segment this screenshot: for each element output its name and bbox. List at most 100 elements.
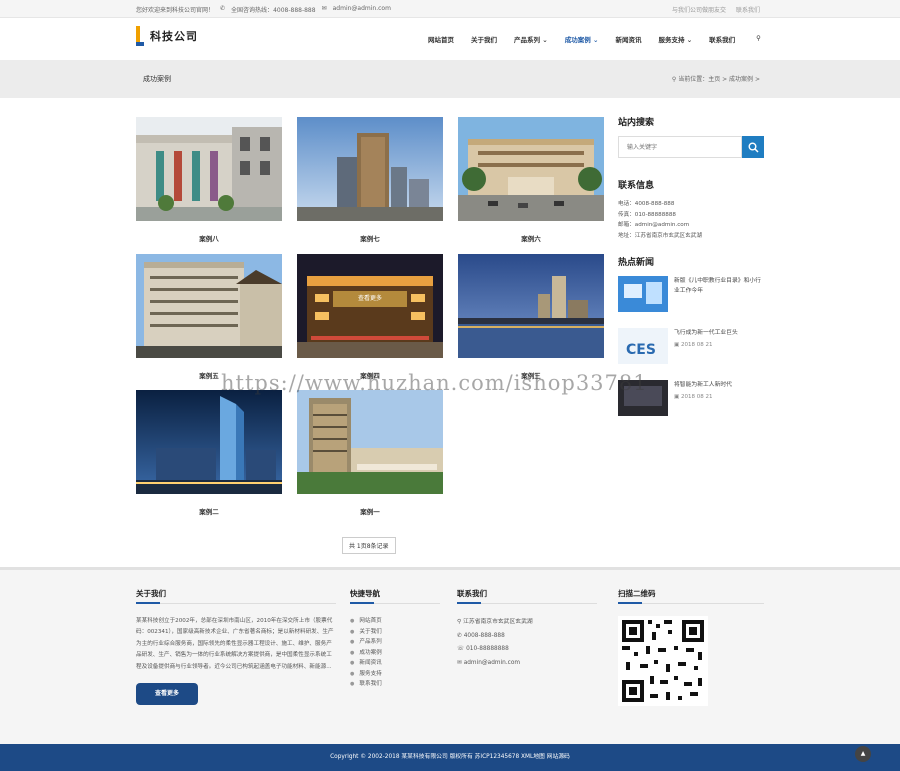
phone-icon: ✆ [457,632,462,639]
fax-icon: ☏ [457,646,465,652]
case-card[interactable]: 案例五 [136,254,282,380]
case-image[interactable] [458,254,604,358]
quick-link[interactable]: 关于我们 [350,627,440,638]
hotline-number: 4008-888-888 [273,7,316,14]
nav-home[interactable]: 网站首页 [428,34,454,44]
contact-title: 联系信息 [618,181,655,191]
case-title[interactable]: 案例八 [136,233,282,243]
news-date: ▣ 2018 08 21 [674,394,713,401]
footer-about-title: 关于我们 [136,588,336,604]
footer-phone: 4008-888-888 [463,632,505,639]
quick-link[interactable]: 产品系列 [350,637,440,648]
case-image[interactable] [136,254,282,358]
topbar-link-2[interactable]: 联系我们 [736,5,760,14]
contact-info: 电话：4008-888-888 传真：010-88888888 邮箱：admin… [618,199,764,241]
search-input[interactable] [618,136,742,158]
case-image[interactable] [136,117,282,221]
case-card[interactable]: 案例一 [297,390,443,516]
search-title: 站内搜索 [618,118,655,128]
case-image[interactable]: 查看更多 [297,254,443,358]
nav-about[interactable]: 关于我们 [471,34,497,44]
view-more-button[interactable]: 查看更多 [136,683,198,706]
contact-email: 邮箱：admin@admin.com [618,222,690,229]
footer-about: 关于我们 某某科技创立于2002年，总部在深圳市南山区，2010年在深交所上市（… [136,588,336,706]
news-thumbnail[interactable] [618,276,668,313]
breadcrumb: ⚲ 当前位置：主页 > 成功案例 > [671,76,760,83]
main-nav: 网站首页 关于我们 产品系列 ⌄ 成功案例 ⌄ 新闻资讯 服务支持 ⌄ 联系我们… [428,34,778,44]
arrow-up-icon: ▲ [860,750,866,757]
topbar-link-1[interactable]: 与我们公司做朋友交 [672,5,726,14]
nav-products[interactable]: 产品系列 ⌄ [514,34,548,44]
copyright-bar: Copyright © 2002-2018 某某科技有限公司 版权所有 苏ICP… [0,744,900,771]
case-image[interactable] [458,117,604,221]
svg-text:CES: CES [626,342,656,358]
logo-text: 科技公司 [150,30,198,43]
case-title[interactable]: 案例六 [458,233,604,243]
case-card[interactable]: 案例七 [297,117,443,243]
footer-fax: 010-88888888 [466,646,509,652]
footer-qr: 扫描二维码 [618,588,764,708]
search-icon [748,142,759,153]
footer-quick-title: 快捷导航 [350,588,440,604]
case-card[interactable]: 案例八 [136,117,282,243]
footer-contact-title: 联系我们 [457,588,597,604]
hotline-label: 全国咨询热线： [231,7,274,14]
footer-address: 江苏省南京市玄武区玄武湖 [463,619,533,625]
case-title[interactable]: 案例一 [297,506,443,516]
logo-mark [136,26,148,46]
case-image[interactable] [297,390,443,494]
news-title: 热点新闻 [618,258,655,269]
footer-qr-title: 扫描二维码 [618,588,764,604]
footer-contact: 联系我们 ⚲ 江苏省南京市玄武区玄武湖 ✆ 4008-888-888 ☏ 010… [457,588,597,670]
footer-about-text: 某某科技创立于2002年，总部在深圳市南山区，2010年在深交所上市（股票代码：… [136,618,334,670]
calendar-icon: ▣ [674,342,680,349]
view-more-tag[interactable]: 查看更多 [333,291,407,307]
mail-icon: ✉ [321,5,327,12]
contact-fax: 传真：010-88888888 [618,211,676,218]
location-icon: ⚲ [457,619,462,625]
watermark: https://www.huzhan.com/ishop33781 [221,371,648,395]
search-button[interactable] [742,136,764,158]
location-icon: ⚲ [671,76,677,83]
pagination-info: 共 1页8条记录 [342,537,396,554]
quick-link[interactable]: 网站首页 [350,616,440,627]
case-title[interactable]: 案例七 [297,233,443,243]
topbar-email: admin@admin.com [332,5,391,12]
case-title[interactable]: 案例二 [136,506,282,516]
quick-link[interactable]: 联系我们 [350,679,440,690]
footer-email: admin@admin.com [463,659,521,666]
news-title-text[interactable]: 新版《儿中职教行业目录》和小行业工作今年 [674,276,764,296]
case-image[interactable] [297,117,443,221]
case-card[interactable]: 查看更多 案例四 [297,254,443,380]
case-image[interactable] [136,390,282,494]
contact-address: 地址：江苏省南京市玄武区玄武湖 [618,232,702,239]
case-card[interactable]: 案例三 [458,254,604,380]
qr-code [618,616,708,706]
nav-cases[interactable]: 成功案例 ⌄ [565,34,599,44]
back-to-top-button[interactable]: ▲ [855,746,871,762]
nav-contact[interactable]: 联系我们 [709,34,735,44]
news-title-text[interactable]: 飞行成为新一代工业巨头 [674,328,764,338]
calendar-icon: ▣ [674,394,680,401]
quick-link[interactable]: 新闻资讯 [350,658,440,669]
page-banner: 成功案例 ⚲ 当前位置：主页 > 成功案例 > [0,60,900,98]
site-logo[interactable]: 科技公司 [136,26,198,46]
site-search [618,136,764,158]
news-date: ▣ 2018 08 21 [674,342,713,349]
nav-news[interactable]: 新闻资讯 [615,34,641,44]
news-title-text[interactable]: 将智能为新工人新时代 [674,380,764,390]
footer: 关于我们 某某科技创立于2002年，总部在深圳市南山区，2010年在深交所上市（… [0,567,900,744]
nav-support[interactable]: 服务支持 ⌄ [658,34,692,44]
quick-link[interactable]: 服务支持 [350,669,440,680]
quick-link[interactable]: 成功案例 [350,648,440,659]
case-card[interactable]: 案例二 [136,390,282,516]
news-item[interactable]: 新版《儿中职教行业目录》和小行业工作今年 [618,276,764,326]
page-title: 成功案例 [143,75,171,83]
news-thumbnail[interactable]: CES [618,328,668,365]
mail-icon: ✉ [457,659,462,666]
header: 科技公司 网站首页 关于我们 产品系列 ⌄ 成功案例 ⌄ 新闻资讯 服务支持 ⌄… [0,18,900,60]
welcome-text: 您好欢迎来到科技公司官网！ [136,7,215,14]
case-card[interactable]: 案例六 [458,117,604,243]
search-icon[interactable]: ⚲ [756,34,761,44]
hot-news-list: 新版《儿中职教行业目录》和小行业工作今年 CES 飞行成为新一代工业巨头 ▣ 20… [618,276,764,430]
